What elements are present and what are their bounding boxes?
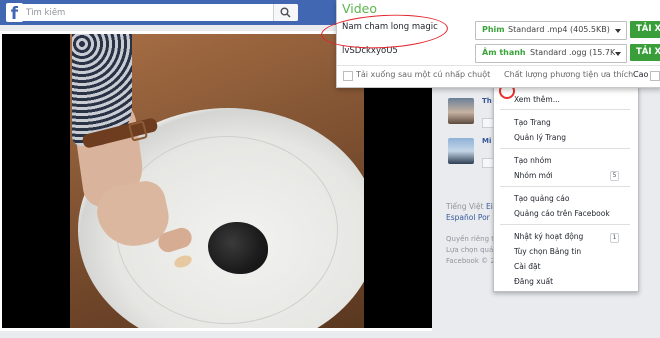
quality-label: Chất lượng phương tiện ưa thích [504, 70, 634, 79]
menu-item-activity-log[interactable]: Nhật ký hoạt động [514, 232, 583, 241]
language-link[interactable]: Ei [486, 202, 493, 211]
menu-item-log-out[interactable]: Đăng xuất [514, 277, 553, 286]
menu-item-settings[interactable]: Cài đặt [514, 262, 541, 271]
menu-divider [500, 224, 630, 225]
count-badge: 1 [610, 233, 619, 243]
search-box [18, 4, 298, 21]
footer-links: Quyền riêng t Lựa chọn quả Facebook © 2 [446, 234, 495, 267]
current-language: Tiếng Việt [446, 202, 484, 211]
menu-item-see-more[interactable]: Xem thêm... [514, 95, 560, 104]
search-icon [280, 7, 291, 18]
chevron-down-icon [615, 52, 621, 56]
download-audio-button[interactable]: TẢI XU [630, 44, 660, 61]
friend-name[interactable]: Mi [482, 137, 491, 145]
menu-item-create-group[interactable]: Tạo nhóm [514, 156, 552, 165]
panel-title: Video [342, 1, 378, 16]
format-value: Standard .ogg (15.7K [530, 48, 616, 57]
menu-divider [500, 148, 630, 149]
footer-link[interactable]: Lựa chọn quả [446, 245, 495, 256]
format-value: Standard .mp4 (405.5KB) [508, 25, 610, 34]
menu-item-create-ad[interactable]: Tạo quảng cáo [514, 194, 569, 203]
language-link[interactable]: Español [446, 213, 475, 222]
footer-link[interactable]: Quyền riêng t [446, 234, 495, 245]
footer-text: Facebook © 2 [446, 257, 495, 265]
search-button[interactable] [273, 4, 298, 21]
video-frame [70, 34, 364, 328]
friend-suggestions: Th Mi [440, 90, 494, 190]
auto-download-label: Tải xuống sau một cú nhấp chuột [356, 70, 491, 79]
account-menu: Xem thêm... Tạo Trang Quản lý Trang Tạo … [493, 83, 639, 292]
quality-value[interactable]: Cao [633, 70, 648, 79]
magnetic-putty [208, 222, 268, 274]
menu-divider [500, 109, 630, 110]
format-kind-label: Phim [482, 25, 505, 34]
friend-name[interactable]: Th [482, 97, 492, 105]
panel-divider [337, 65, 660, 66]
menu-item-news-feed-preferences[interactable]: Tùy chọn Bảng tin [514, 247, 581, 256]
chevron-down-icon [615, 29, 621, 33]
avatar[interactable] [448, 98, 474, 124]
video-format-select[interactable]: Phim Standard .mp4 (405.5KB) [475, 21, 627, 40]
quality-checkbox[interactable] [650, 71, 660, 81]
menu-item-manage-pages[interactable]: Quản lý Trang [514, 133, 566, 142]
menu-item-create-page[interactable]: Tạo Trang [514, 118, 551, 127]
menu-divider [500, 186, 630, 187]
avatar[interactable] [448, 138, 474, 164]
download-video-button[interactable]: TẢI XU [630, 21, 660, 38]
search-input[interactable] [26, 4, 266, 21]
menu-item-facebook-ads[interactable]: Quảng cáo trên Facebook [514, 209, 610, 218]
count-badge: 5 [610, 171, 619, 181]
format-kind-label: Âm thanh [482, 48, 526, 57]
language-links: Tiếng Việt Ei Español Por [446, 201, 493, 223]
audio-format-select[interactable]: Âm thanh Standard .ogg (15.7K [475, 44, 627, 63]
menu-item-new-groups[interactable]: Nhóm mới [514, 171, 553, 180]
language-link[interactable]: Por [478, 213, 490, 222]
auto-download-checkbox[interactable] [343, 71, 353, 81]
